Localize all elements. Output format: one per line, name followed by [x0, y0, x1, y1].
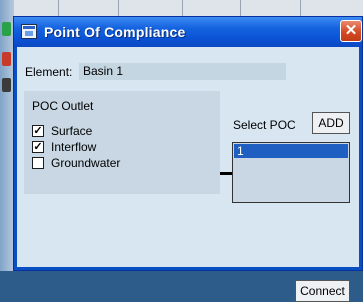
element-value: Basin 1 [79, 63, 286, 80]
surface-label: Surface [51, 124, 93, 138]
background-tool-icon [2, 22, 11, 36]
surface-checkbox[interactable]: ✓ [32, 125, 44, 137]
interflow-label: Interflow [51, 140, 97, 154]
connect-button[interactable]: Connect [295, 280, 350, 302]
background-tool-icon [2, 78, 11, 92]
element-label: Element: [25, 65, 73, 79]
dialog-title: Point Of Compliance [44, 24, 186, 40]
select-poc-label: Select POC [233, 118, 296, 132]
connector-line [220, 172, 232, 175]
interflow-checkbox[interactable]: ✓ [32, 141, 44, 153]
poc-list-item[interactable]: 1 [234, 144, 348, 158]
point-of-compliance-dialog: Point Of Compliance ✕ Element: Basin 1 P… [13, 16, 363, 302]
poc-list[interactable]: 1 [232, 142, 350, 203]
window-icon [21, 24, 37, 39]
background-tool-icon [2, 52, 11, 66]
poc-outlet-label: POC Outlet [32, 99, 94, 113]
groundwater-checkbox[interactable] [32, 157, 44, 169]
dialog-body: Element: Basin 1 POC Outlet ✓ Surface ✓ … [17, 47, 359, 302]
close-button[interactable]: ✕ [340, 20, 362, 42]
groundwater-label: Groundwater [51, 156, 121, 170]
add-button[interactable]: ADD [312, 112, 350, 134]
title-bar[interactable]: Point Of Compliance ✕ [14, 17, 362, 47]
background-toolbar-strip [0, 0, 14, 271]
poc-outlet-panel: POC Outlet ✓ Surface ✓ Interflow Groundw… [24, 91, 220, 194]
